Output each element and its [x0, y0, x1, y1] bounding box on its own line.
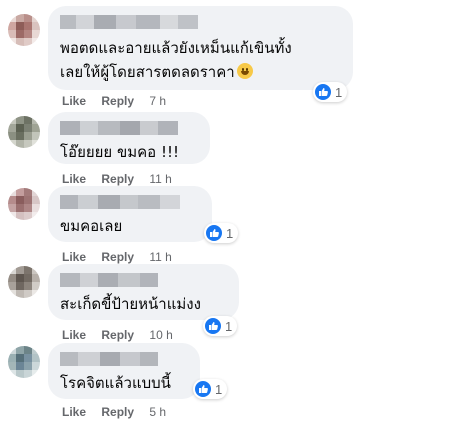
comment-timestamp[interactable]: 10 h [149, 328, 172, 342]
comment-timestamp[interactable]: 7 h [149, 94, 166, 108]
avatar[interactable] [8, 346, 40, 378]
reaction-count-badge[interactable]: 1 [203, 316, 238, 336]
comment-bubble: พอตดและอายแล้วยังเหม็นแก้เขินทั้ง เลยให้… [48, 6, 353, 90]
comment-bubble: ขมคอเลย [48, 186, 212, 242]
avatar[interactable] [8, 116, 40, 148]
comment-actions: Like Reply 11 h [62, 172, 184, 186]
like-button[interactable]: Like [62, 328, 86, 342]
reaction-count-badge[interactable]: 1 [193, 379, 228, 399]
like-button[interactable]: Like [62, 94, 86, 108]
avatar[interactable] [8, 188, 40, 220]
comment-bubble: โอ๊ยยยย ขมคอ !!! [48, 112, 210, 164]
comment-timestamp[interactable]: 11 h [149, 172, 171, 186]
blurred-author-name[interactable] [60, 195, 200, 209]
reply-button[interactable]: Reply [101, 328, 134, 342]
blurred-author-name[interactable] [60, 15, 341, 29]
comment-timestamp[interactable]: 5 h [149, 405, 166, 419]
comment-actions: Like Reply 7 h [62, 94, 178, 108]
like-thumb-icon [205, 318, 221, 334]
comment-text: สะเก็ดขี้ป้ายหน้าแม่งง [60, 295, 201, 313]
like-thumb-icon [315, 84, 331, 100]
reaction-count: 1 [215, 381, 223, 397]
like-thumb-icon [195, 381, 211, 397]
comment-text: พอตดและอายแล้วยังเหม็นแก้เขินทั้ง เลยให้… [60, 39, 292, 81]
comment-bubble: โรคจิตแล้วแบบนี้ [48, 343, 200, 399]
comment-text: โรคจิตแล้วแบบนี้ [60, 374, 171, 392]
like-button[interactable]: Like [62, 172, 86, 186]
like-thumb-icon [206, 225, 222, 241]
comment-actions: Like Reply 5 h [62, 405, 178, 419]
reply-button[interactable]: Reply [101, 250, 134, 264]
blurred-author-name[interactable] [60, 121, 198, 135]
comment-actions: Like Reply 10 h [62, 328, 185, 342]
like-button[interactable]: Like [62, 250, 86, 264]
like-button[interactable]: Like [62, 405, 86, 419]
avatar[interactable] [8, 14, 40, 46]
reaction-count-badge[interactable]: 1 [313, 82, 348, 102]
reaction-count: 1 [335, 84, 343, 100]
reply-button[interactable]: Reply [101, 94, 134, 108]
comment-text: โอ๊ยยยย ขมคอ !!! [60, 143, 179, 161]
comment-timestamp[interactable]: 11 h [149, 250, 171, 264]
reaction-count: 1 [225, 318, 233, 334]
reaction-count-badge[interactable]: 1 [204, 223, 239, 243]
comment-actions: Like Reply 11 h [62, 250, 184, 264]
reaction-count: 1 [226, 225, 234, 241]
avatar[interactable] [8, 266, 40, 298]
blurred-author-name[interactable] [60, 273, 227, 287]
comment-text: ขมคอเลย [60, 217, 123, 235]
comment-bubble: สะเก็ดขี้ป้ายหน้าแม่งง [48, 264, 239, 320]
reply-button[interactable]: Reply [101, 405, 134, 419]
blurred-author-name[interactable] [60, 352, 188, 366]
grinning-face-emoji [236, 63, 253, 79]
reply-button[interactable]: Reply [101, 172, 134, 186]
